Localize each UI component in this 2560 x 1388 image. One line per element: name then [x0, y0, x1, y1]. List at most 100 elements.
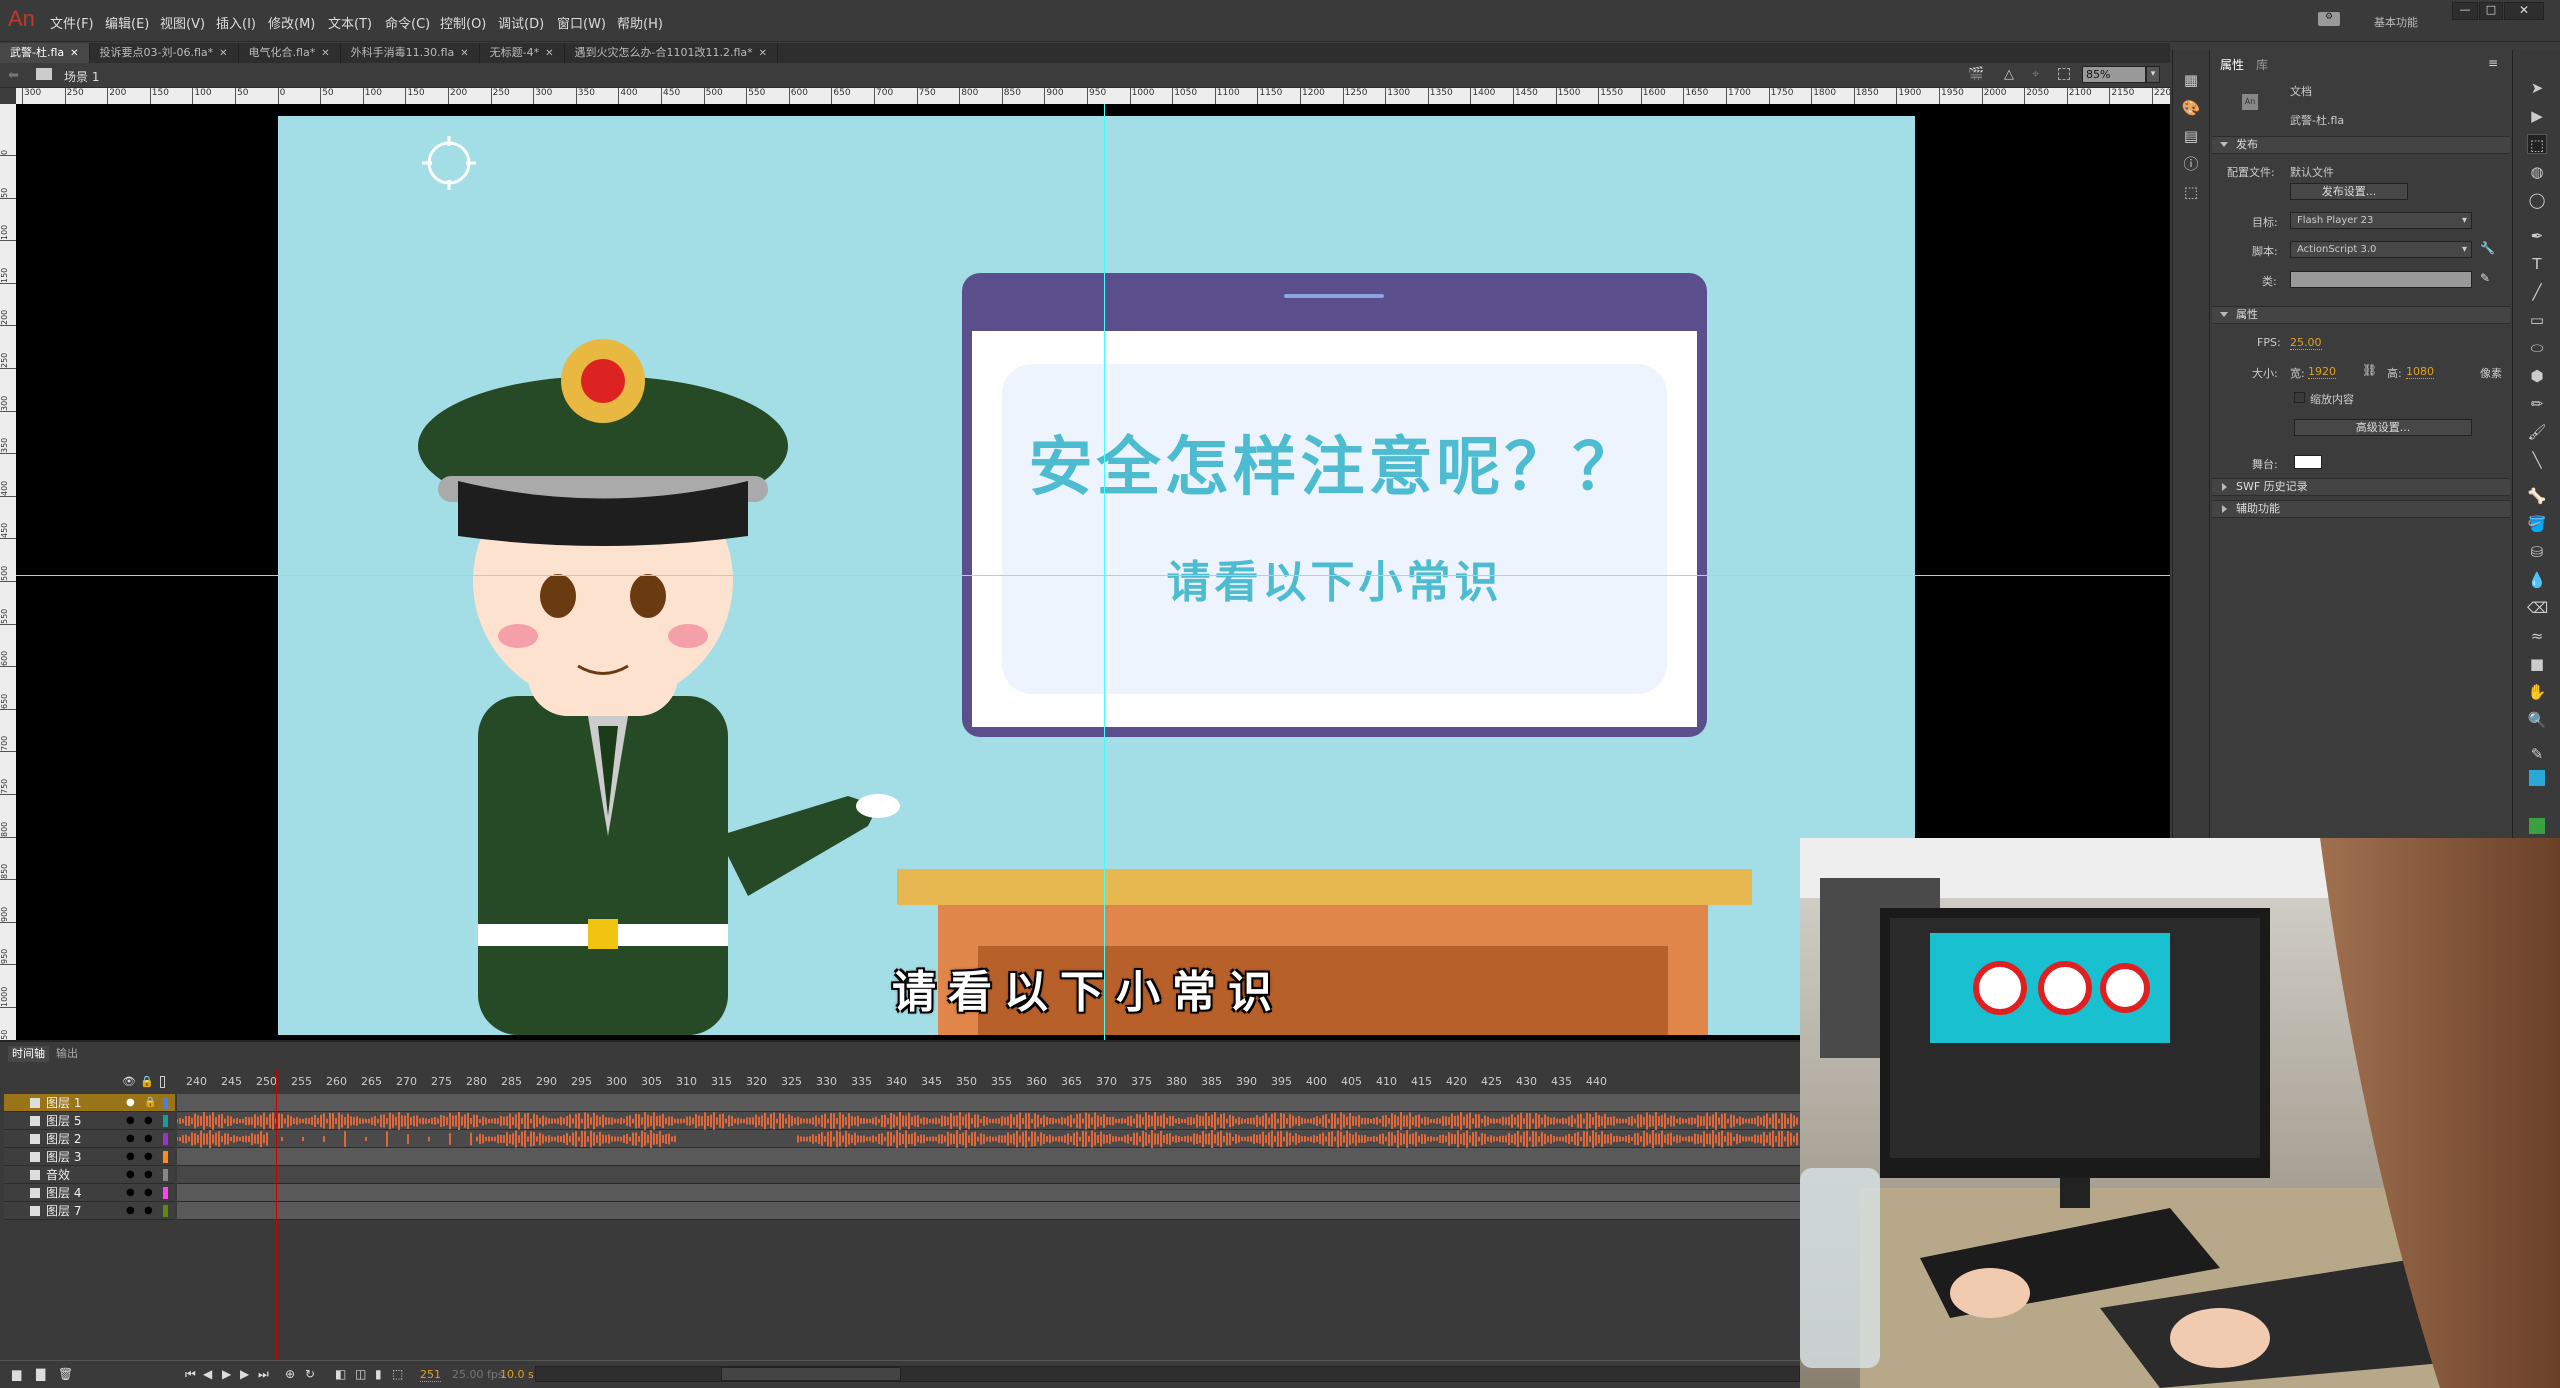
step-back-icon[interactable]: ◀: [203, 1367, 212, 1381]
tab-output[interactable]: 输出: [52, 1046, 82, 1062]
close-button[interactable]: ✕: [2504, 2, 2544, 20]
vertical-guide[interactable]: [1104, 104, 1105, 1040]
visibility-dot[interactable]: ●: [126, 1112, 135, 1130]
width-tool-icon[interactable]: ≈: [2527, 626, 2547, 646]
elapsed-time[interactable]: 10.0 s: [500, 1368, 534, 1381]
scale-content-checkbox[interactable]: [2294, 392, 2305, 403]
playhead[interactable]: [276, 1070, 277, 1370]
center-frame-icon[interactable]: ⊕: [285, 1367, 295, 1381]
layer-name[interactable]: 图层 4: [46, 1184, 81, 1202]
layer-color-swatch[interactable]: [163, 1205, 168, 1217]
rectangle-tool-icon[interactable]: ▭: [2527, 310, 2547, 330]
visibility-dot[interactable]: ●: [126, 1148, 135, 1166]
outline-icon[interactable]: [160, 1076, 165, 1088]
close-tab-icon[interactable]: ✕: [219, 48, 227, 59]
frame-row[interactable]: [177, 1148, 1800, 1166]
polystar-tool-icon[interactable]: ⬢: [2527, 366, 2547, 386]
maximize-button[interactable]: □: [2479, 2, 2503, 20]
info-icon[interactable]: ⓘ: [2181, 154, 2201, 174]
pencil-tool-icon[interactable]: ✏: [2527, 394, 2547, 414]
oval-tool-icon[interactable]: ⬭: [2527, 338, 2547, 358]
eyedropper-tool-icon[interactable]: 💧: [2527, 570, 2547, 590]
lock-dot[interactable]: ●: [144, 1166, 153, 1184]
layer-name[interactable]: 图层 3: [46, 1148, 81, 1166]
frame-row[interactable]: [177, 1094, 1800, 1112]
back-arrow-icon[interactable]: ⬅: [8, 68, 19, 83]
close-tab-icon[interactable]: ✕: [545, 48, 553, 59]
onion-outline-icon[interactable]: ◫: [355, 1367, 366, 1381]
brush-tool-icon[interactable]: ╲: [2527, 450, 2547, 470]
visibility-dot[interactable]: ●: [126, 1184, 135, 1202]
menu-window[interactable]: 窗口(W): [557, 13, 606, 32]
tab-timeline[interactable]: 时间轴: [8, 1046, 49, 1062]
section-swf-history[interactable]: SWF 历史记录: [2212, 478, 2510, 496]
pencil-icon[interactable]: ✎: [2480, 271, 2490, 285]
subselection-tool-icon[interactable]: ▶: [2527, 106, 2547, 126]
menu-modify[interactable]: 修改(M): [268, 13, 315, 32]
edit-symbol-icon[interactable]: △: [2004, 67, 2014, 82]
layer-name[interactable]: 图层 2: [46, 1130, 81, 1148]
zoom-select[interactable]: 85%: [2082, 66, 2146, 83]
layer-name[interactable]: 图层 5: [46, 1112, 81, 1130]
lock-dot[interactable]: ●: [144, 1112, 153, 1130]
menu-edit[interactable]: 编辑(E): [105, 13, 149, 32]
hand-tool-icon[interactable]: ✋: [2527, 682, 2547, 702]
lock-dot[interactable]: ●: [144, 1184, 153, 1202]
stroke-color-icon[interactable]: ✎: [2527, 744, 2547, 764]
play-icon[interactable]: ▶: [222, 1367, 231, 1381]
layer-color-swatch[interactable]: [163, 1115, 168, 1127]
script-select[interactable]: ActionScript 3.0: [2290, 241, 2472, 258]
close-tab-icon[interactable]: ✕: [321, 48, 329, 59]
ink-bottle-tool-icon[interactable]: ⛁: [2527, 542, 2547, 562]
menu-view[interactable]: 视图(V): [160, 13, 205, 32]
section-publish[interactable]: 发布: [2212, 136, 2510, 154]
center-stage-icon[interactable]: ⌖: [2032, 67, 2039, 82]
eye-icon[interactable]: 👁: [122, 1075, 136, 1088]
stroke-color-swatch[interactable]: [2529, 770, 2545, 786]
camera-tool-icon[interactable]: ■: [2527, 654, 2547, 674]
eraser-tool-icon[interactable]: ⌫: [2527, 598, 2548, 618]
horizontal-guide[interactable]: [16, 575, 2170, 576]
paint-bucket-tool-icon[interactable]: 🪣: [2527, 514, 2547, 534]
loop-icon[interactable]: ↻: [305, 1367, 315, 1381]
doc-tab[interactable]: 遇到火灾怎么办-合1101改11.2.fla* ✕: [565, 43, 779, 63]
pen-tool-icon[interactable]: ✒: [2527, 226, 2547, 246]
transform-icon[interactable]: ⬚: [2181, 182, 2201, 202]
doc-tab[interactable]: 武警-杜.fla ✕: [0, 43, 90, 63]
scrollbar-thumb[interactable]: [721, 1367, 901, 1381]
menu-text[interactable]: 文本(T): [328, 13, 372, 32]
layer-color-swatch[interactable]: [163, 1151, 168, 1163]
horizontal-ruler[interactable]: 300 250 200 150 100 50 0 50 100 150 200 250 300 350 40…: [16, 88, 2170, 104]
menu-insert[interactable]: 插入(I): [216, 13, 256, 32]
tab-properties[interactable]: 属性: [2220, 56, 2244, 73]
close-tab-icon[interactable]: ✕: [460, 48, 468, 59]
clip-content-icon[interactable]: [2058, 68, 2070, 80]
minimize-button[interactable]: —: [2452, 2, 2478, 20]
fps-value[interactable]: 25.00: [2290, 336, 2322, 350]
layer-row[interactable]: 图层 5 ● ●: [4, 1112, 175, 1130]
menu-debug[interactable]: 调试(D): [498, 13, 544, 32]
doc-tab[interactable]: 无标题-4* ✕: [480, 43, 565, 63]
grid-icon[interactable]: ▦: [2181, 70, 2201, 90]
layer-color-swatch[interactable]: [163, 1133, 168, 1145]
edit-scene-icon[interactable]: 🎬: [1968, 67, 1984, 82]
layer-row[interactable]: 图层 7 ● ●: [4, 1202, 175, 1220]
3d-rotation-tool-icon[interactable]: ◍: [2527, 162, 2547, 182]
lock-dot[interactable]: ●: [144, 1202, 153, 1220]
section-accessibility[interactable]: 辅助功能: [2212, 500, 2510, 518]
layer-row[interactable]: 图层 1 ● 🔒: [4, 1094, 175, 1112]
doc-tab[interactable]: 电气化合.fla* ✕: [239, 43, 341, 63]
lock-dot[interactable]: ●: [144, 1130, 153, 1148]
frame-row[interactable]: [176, 1130, 1800, 1148]
fill-color-swatch[interactable]: [2529, 818, 2545, 834]
width-value[interactable]: 1920: [2308, 365, 2336, 379]
doc-tab[interactable]: 投诉要点03-刘-06.fla* ✕: [90, 43, 239, 63]
free-transform-tool-icon[interactable]: ⬚: [2527, 134, 2547, 154]
class-input[interactable]: [2290, 271, 2472, 288]
frame-row[interactable]: [177, 1202, 1800, 1220]
close-tab-icon[interactable]: ✕: [70, 48, 78, 59]
close-tab-icon[interactable]: ✕: [759, 48, 767, 59]
palette-icon[interactable]: 🎨: [2181, 98, 2201, 118]
chevron-down-icon[interactable]: ▾: [2146, 66, 2160, 83]
lasso-tool-icon[interactable]: ◯: [2527, 190, 2547, 210]
